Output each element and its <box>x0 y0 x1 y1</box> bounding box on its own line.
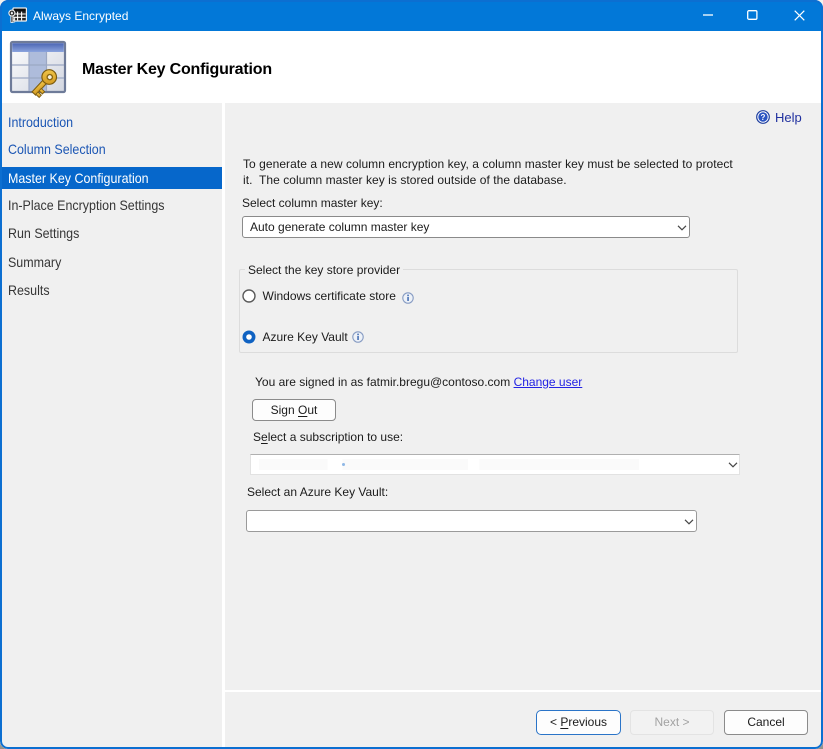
svg-text:?: ? <box>761 113 766 122</box>
